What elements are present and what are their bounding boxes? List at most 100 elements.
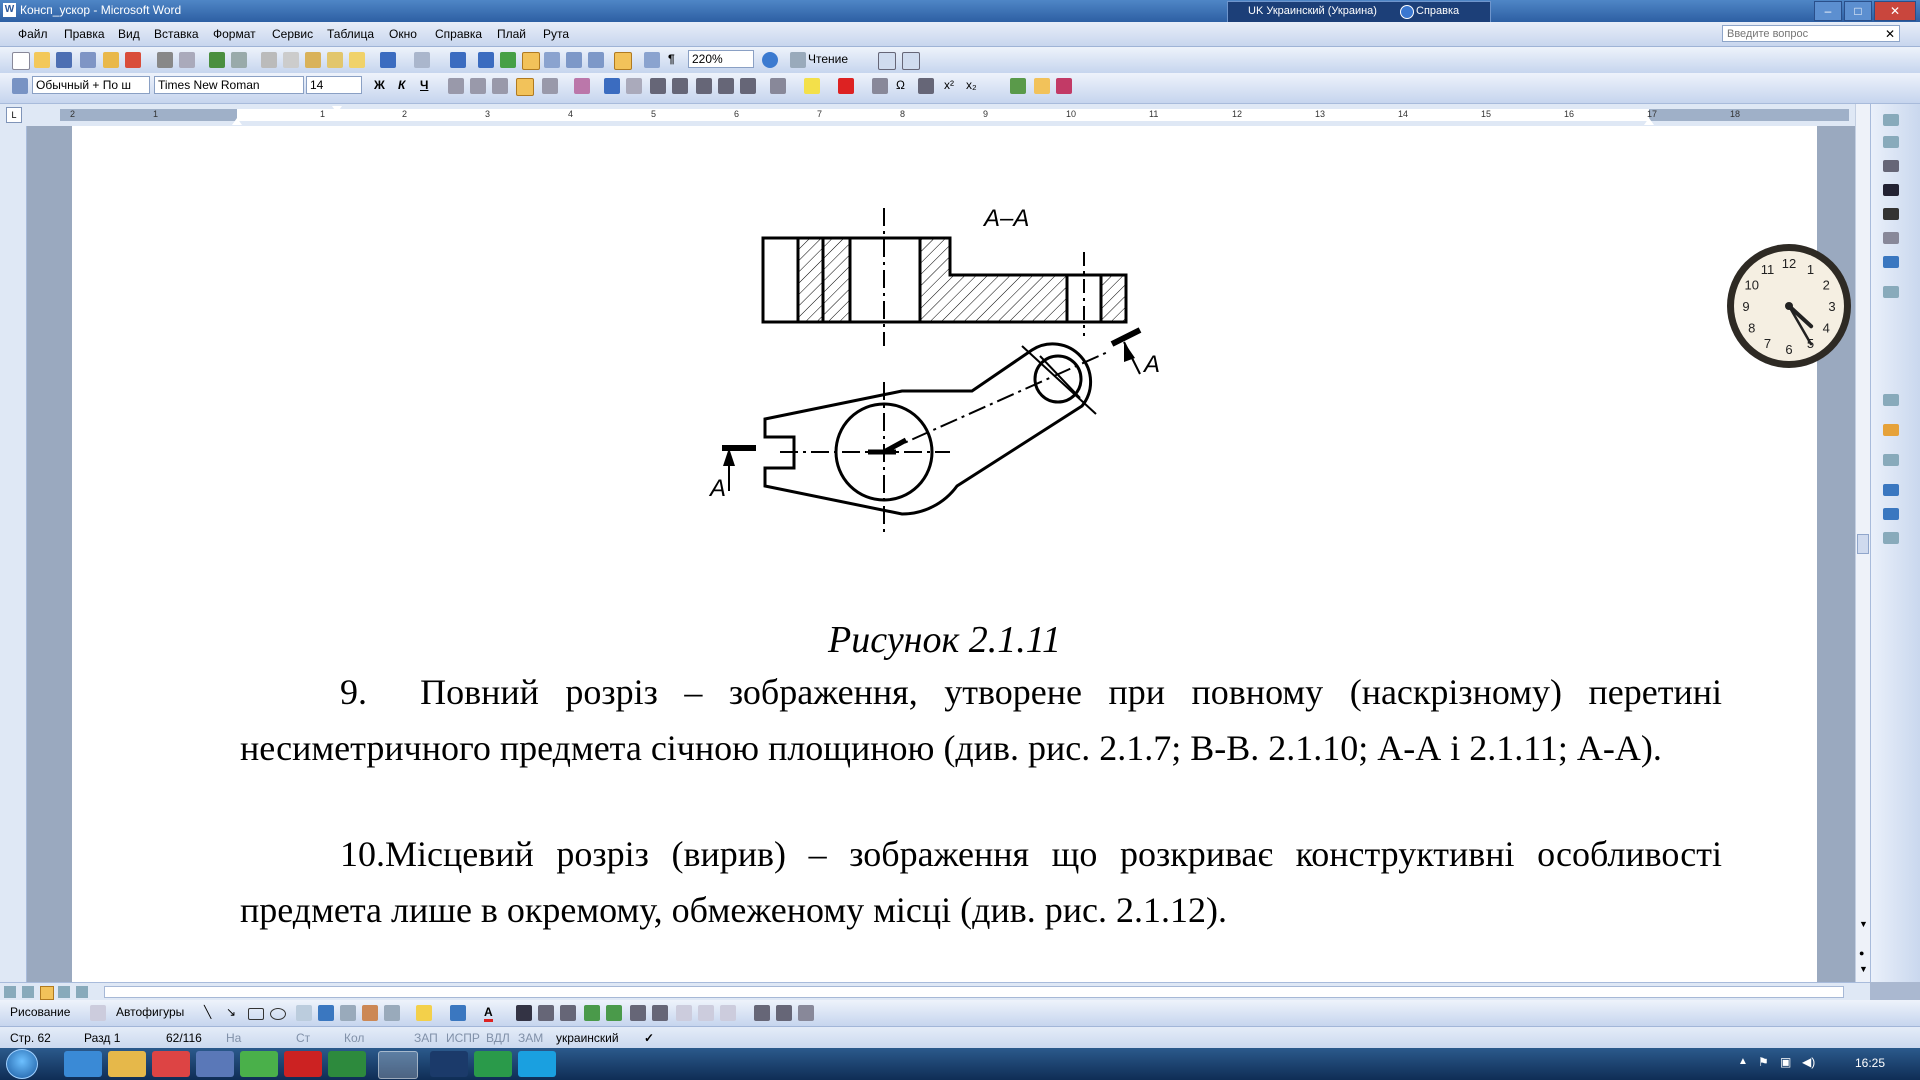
decrease-indent-icon[interactable] bbox=[718, 78, 734, 94]
new-document-icon[interactable] bbox=[12, 52, 30, 70]
show-marks-icon[interactable]: ¶ bbox=[668, 52, 675, 66]
oval-tool-icon[interactable] bbox=[270, 1008, 286, 1020]
normal-view-icon[interactable] bbox=[4, 986, 16, 998]
vertical-ruler[interactable] bbox=[0, 126, 27, 982]
borders-icon[interactable] bbox=[770, 78, 786, 94]
shading-icon[interactable] bbox=[1883, 256, 1899, 268]
tables-borders-icon[interactable] bbox=[522, 52, 540, 70]
menu-window[interactable]: Окно bbox=[389, 27, 417, 41]
track-changes-icon[interactable] bbox=[1010, 78, 1026, 94]
flag-icon[interactable] bbox=[1056, 78, 1072, 94]
preview-icon[interactable] bbox=[902, 52, 920, 70]
omega-icon[interactable]: Ω bbox=[896, 78, 905, 92]
hyperlink-icon[interactable] bbox=[478, 52, 494, 68]
paragraph-10[interactable]: 10.Місцевий розріз (вирив) – зображення … bbox=[240, 826, 1722, 938]
edit-points-icon[interactable] bbox=[754, 1005, 770, 1021]
word-app-icon[interactable]: W bbox=[3, 3, 16, 17]
torrent-icon[interactable] bbox=[474, 1051, 512, 1077]
left-indent-marker[interactable] bbox=[232, 118, 242, 125]
special-symbol-icon[interactable] bbox=[872, 78, 888, 94]
browse-object-icon[interactable]: ● bbox=[1859, 948, 1864, 958]
font-grow-icon[interactable] bbox=[604, 78, 620, 94]
line-color-icon[interactable] bbox=[450, 1005, 466, 1021]
canvas-icon[interactable] bbox=[776, 1005, 792, 1021]
document-page[interactable]: А–А А А Рисунок 2.1.11 9. Повний розріз … bbox=[72, 126, 1817, 982]
media-player-icon[interactable] bbox=[152, 1051, 190, 1077]
menu-plugin-plai[interactable]: Плай bbox=[497, 27, 526, 41]
redo-icon[interactable] bbox=[414, 52, 430, 68]
rectangle-tool-icon[interactable] bbox=[248, 1008, 264, 1020]
3d-style-icon[interactable] bbox=[606, 1005, 622, 1021]
explorer-icon[interactable] bbox=[108, 1051, 146, 1077]
help-question-input[interactable] bbox=[1722, 25, 1900, 42]
network-icon[interactable]: ▣ bbox=[1780, 1055, 1791, 1069]
italic-button[interactable]: К bbox=[398, 78, 405, 92]
insert-table-icon[interactable] bbox=[544, 52, 560, 68]
tab-selector-icon[interactable]: L bbox=[6, 107, 22, 123]
language-indicator[interactable]: UK Украинский (Украина) bbox=[1248, 5, 1377, 17]
menu-tools[interactable]: Сервис bbox=[272, 27, 313, 41]
copy-icon[interactable] bbox=[283, 52, 299, 68]
columns-icon[interactable] bbox=[588, 52, 604, 68]
excel-sheet-icon[interactable] bbox=[566, 52, 582, 68]
word-task-icon[interactable] bbox=[378, 1051, 418, 1079]
scroll-down-icon[interactable]: ▼ bbox=[1859, 919, 1868, 929]
rotate-icon[interactable] bbox=[676, 1005, 692, 1021]
review-icon[interactable] bbox=[1034, 78, 1050, 94]
line-weight-icon[interactable] bbox=[1883, 184, 1899, 196]
table-props-icon[interactable] bbox=[1883, 394, 1899, 406]
flag-tray-icon[interactable]: ⚑ bbox=[1758, 1055, 1769, 1069]
ie-icon[interactable] bbox=[64, 1051, 102, 1077]
print-layout-icon[interactable] bbox=[40, 986, 54, 1000]
web-view-icon[interactable] bbox=[22, 986, 34, 998]
flip-icon[interactable] bbox=[698, 1005, 714, 1021]
document-map-icon[interactable] bbox=[644, 52, 660, 68]
chrome-icon[interactable] bbox=[240, 1051, 278, 1077]
subscript-icon[interactable]: x₂ bbox=[966, 78, 977, 92]
line-style-icon[interactable] bbox=[1883, 160, 1899, 172]
numbering-icon[interactable] bbox=[672, 78, 688, 94]
line-style-drawing-icon[interactable] bbox=[516, 1005, 532, 1021]
wordart-icon[interactable] bbox=[318, 1005, 334, 1021]
pen-icon[interactable] bbox=[1883, 208, 1899, 220]
horizontal-ruler[interactable]: L 2 1 1 2 3 4 5 6 7 8 9 10 11 12 13 14 1… bbox=[0, 104, 1920, 127]
align-center-icon[interactable] bbox=[470, 78, 486, 94]
panel-tool-icon[interactable] bbox=[1883, 114, 1899, 126]
vertical-scrollbar[interactable]: ▼ ● ▼ bbox=[1855, 104, 1871, 982]
menu-edit[interactable]: Правка bbox=[64, 27, 105, 41]
web-icon[interactable] bbox=[500, 52, 516, 68]
right-indent-marker[interactable] bbox=[1644, 118, 1654, 125]
clipart-icon[interactable] bbox=[362, 1005, 378, 1021]
volume-icon[interactable]: ◀) bbox=[1802, 1055, 1815, 1069]
font-color-drawing-icon[interactable]: A bbox=[484, 1005, 493, 1022]
outline-view-icon[interactable] bbox=[58, 986, 70, 998]
desktop-clock-gadget[interactable]: 121234567891011 bbox=[1725, 242, 1853, 370]
fill-color-icon[interactable] bbox=[416, 1005, 432, 1021]
distributed-icon[interactable] bbox=[574, 78, 590, 94]
status-ext[interactable]: ВДЛ bbox=[486, 1031, 510, 1045]
arrow-style-icon[interactable] bbox=[560, 1005, 576, 1021]
research-icon[interactable] bbox=[231, 52, 247, 68]
tray-expand-icon[interactable]: ▲ bbox=[1738, 1056, 1748, 1067]
excel-icon[interactable] bbox=[328, 1051, 366, 1077]
table-insert-icon[interactable] bbox=[1883, 286, 1899, 298]
pdf-icon[interactable] bbox=[125, 52, 141, 68]
language-bar-help[interactable]: Справка bbox=[1416, 5, 1459, 17]
shadow-style-icon[interactable] bbox=[584, 1005, 600, 1021]
zoom-select[interactable]: 220% bbox=[688, 50, 754, 68]
start-button-icon[interactable] bbox=[6, 1049, 38, 1079]
clear-format-icon[interactable] bbox=[349, 52, 365, 68]
textbox-icon[interactable] bbox=[296, 1005, 312, 1021]
borders-icon[interactable] bbox=[1883, 232, 1899, 244]
menu-insert[interactable]: Вставка bbox=[154, 27, 199, 41]
photoshop-icon[interactable] bbox=[430, 1051, 468, 1077]
paste-icon[interactable] bbox=[305, 52, 321, 68]
font-color-icon[interactable] bbox=[838, 78, 854, 94]
email-icon[interactable] bbox=[103, 52, 119, 68]
group-icon[interactable] bbox=[630, 1005, 646, 1021]
first-line-indent-marker[interactable] bbox=[332, 106, 342, 113]
find-icon[interactable] bbox=[878, 52, 896, 70]
paragraph-9[interactable]: 9. Повний розріз – зображення, утворене … bbox=[240, 664, 1722, 776]
print-icon[interactable] bbox=[157, 52, 173, 68]
autoshapes-menu[interactable]: Автофигуры bbox=[116, 1005, 184, 1019]
